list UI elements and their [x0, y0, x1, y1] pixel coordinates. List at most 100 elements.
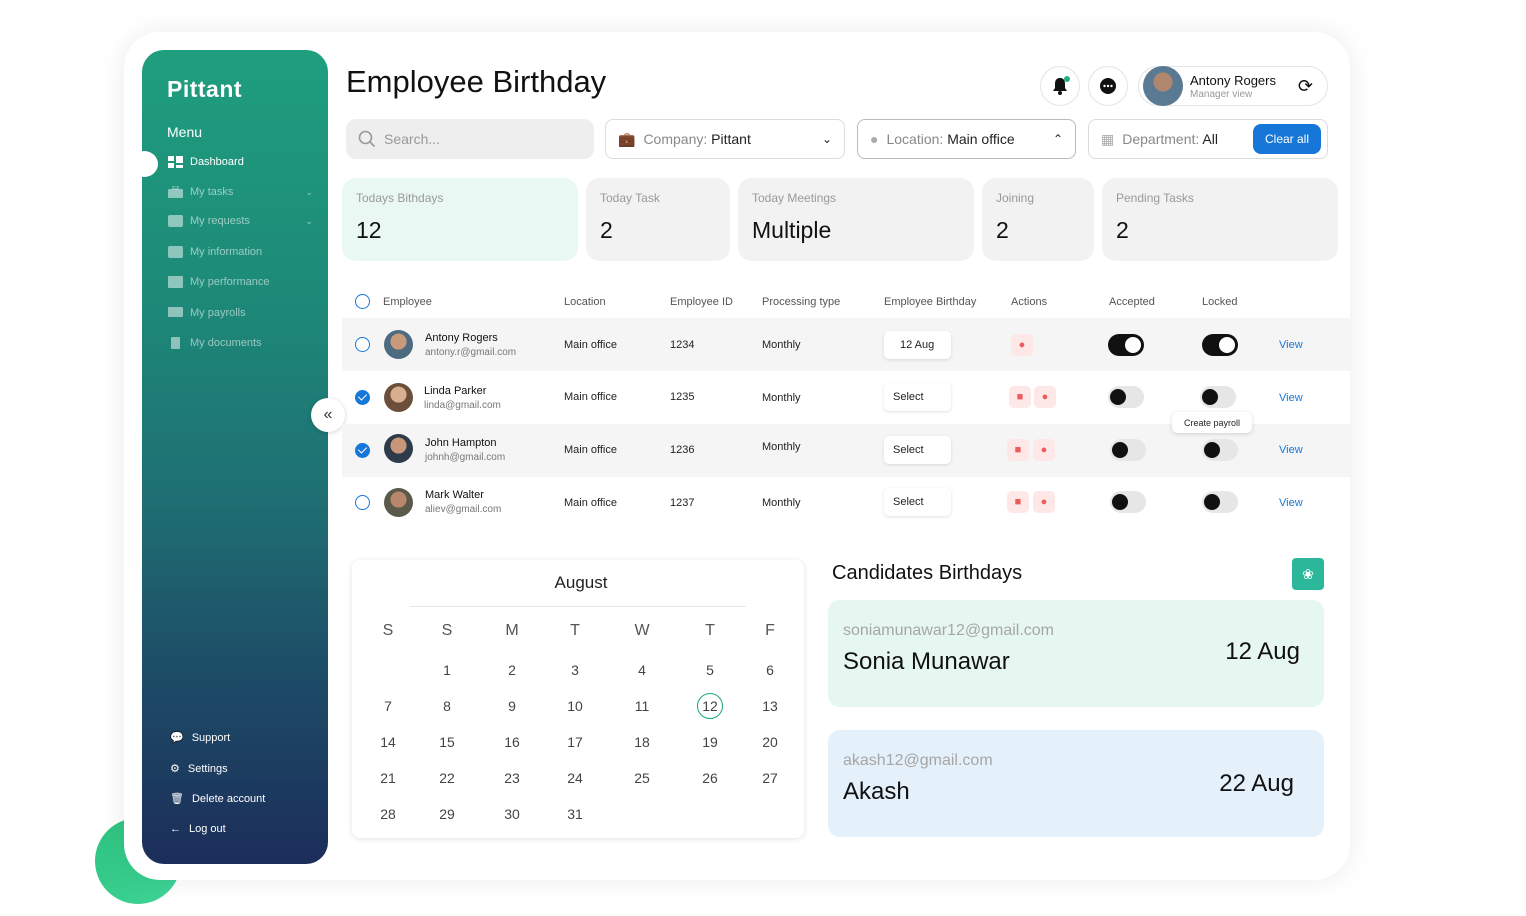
user-icon[interactable]: ● — [1033, 491, 1055, 513]
calendar-day[interactable]: 26 — [690, 770, 730, 786]
calendar-day[interactable]: 3 — [555, 662, 595, 678]
sidebar-item-my-performance[interactable]: My performance — [168, 276, 313, 288]
clear-all-button[interactable]: Clear all — [1252, 124, 1321, 154]
calendar-day[interactable]: 28 — [368, 806, 408, 822]
candidate-card[interactable]: akash12@gmail.com Akash 22 Aug — [828, 730, 1324, 837]
calendar-day[interactable]: 30 — [492, 806, 532, 822]
calendar-day[interactable]: 19 — [690, 734, 730, 750]
user-icon[interactable]: ● — [1033, 439, 1055, 461]
refresh-icon[interactable]: ⟳ — [1298, 76, 1313, 97]
company-filter-value: Pittant — [711, 131, 751, 147]
collapse-sidebar-button[interactable]: « — [311, 398, 345, 432]
sidebar-item-my-tasks[interactable]: My tasks ⌄ — [168, 186, 313, 198]
calendar-day[interactable]: 10 — [555, 698, 595, 714]
calendar-day[interactable]: 21 — [368, 770, 408, 786]
row-checkbox[interactable] — [355, 337, 370, 352]
sidebar-item-logout[interactable]: ← Log out — [170, 823, 226, 835]
view-link[interactable]: View — [1279, 392, 1303, 404]
candidate-card[interactable]: soniamunawar12@gmail.com Sonia Munawar 1… — [828, 600, 1324, 707]
calendar-day[interactable]: 16 — [492, 734, 532, 750]
calendar-day[interactable]: 31 — [555, 806, 595, 822]
view-link[interactable]: View — [1279, 444, 1303, 456]
sidebar-item-my-payrolls[interactable]: My payrolls — [168, 307, 313, 319]
calendar-day[interactable]: 18 — [622, 734, 662, 750]
calendar-day[interactable]: 14 — [368, 734, 408, 750]
row-checkbox[interactable] — [355, 443, 370, 458]
company-filter[interactable]: 💼 Company: Pittant ⌄ — [605, 119, 845, 159]
select-all-checkbox[interactable] — [355, 294, 370, 309]
double-chevron-left-icon: « — [323, 406, 333, 423]
calendar-day[interactable]: 25 — [622, 770, 662, 786]
calendar-day[interactable]: 5 — [690, 662, 730, 678]
accepted-toggle[interactable] — [1108, 386, 1144, 408]
user-icon[interactable]: ● — [1034, 386, 1056, 408]
notification-dot — [1064, 76, 1070, 82]
calendar-day[interactable]: 4 — [622, 662, 662, 678]
birthday-select[interactable]: 12 Aug — [884, 331, 951, 359]
document-icon — [171, 337, 180, 349]
calendar-day[interactable]: 12 — [690, 698, 730, 714]
sidebar-item-my-information[interactable]: My information — [168, 246, 313, 258]
birthday-select[interactable]: Select — [884, 436, 951, 464]
stat-label: Pending Tasks — [1116, 191, 1194, 205]
accepted-toggle[interactable] — [1108, 334, 1144, 356]
calendar-day[interactable]: 29 — [427, 806, 467, 822]
calendar-day[interactable]: 23 — [492, 770, 532, 786]
view-link[interactable]: View — [1279, 497, 1303, 509]
search-icon — [358, 130, 376, 148]
calendar-day[interactable]: 27 — [750, 770, 790, 786]
calendar-day[interactable]: 7 — [368, 698, 408, 714]
accepted-toggle[interactable] — [1110, 491, 1146, 513]
locked-toggle[interactable] — [1202, 491, 1238, 513]
sidebar-item-dashboard[interactable]: Dashboard — [168, 156, 313, 168]
messages-button[interactable] — [1088, 66, 1128, 106]
column-header: Locked — [1202, 296, 1238, 308]
trash-icon[interactable]: ■ — [1009, 386, 1031, 408]
calendar-day[interactable]: 2 — [492, 662, 532, 678]
calendar-day[interactable]: 1 — [427, 662, 467, 678]
sidebar-item-my-documents[interactable]: My documents — [168, 337, 313, 349]
table-row[interactable] — [342, 318, 1350, 371]
calendar-day[interactable]: 15 — [427, 734, 467, 750]
calendar-day[interactable]: 8 — [427, 698, 467, 714]
trash-icon[interactable]: ■ — [1007, 439, 1029, 461]
calendar-day[interactable]: 17 — [555, 734, 595, 750]
locked-toggle[interactable] — [1202, 439, 1238, 461]
locked-toggle[interactable] — [1202, 334, 1238, 356]
column-header: Employee ID — [670, 296, 733, 308]
sidebar-item-my-requests[interactable]: My requests ⌄ — [168, 215, 313, 227]
view-link[interactable]: View — [1279, 339, 1303, 351]
row-checkbox[interactable] — [355, 495, 370, 510]
birthday-select[interactable]: Select — [884, 488, 951, 516]
calendar-day[interactable]: 11 — [622, 698, 662, 714]
sidebar-item-settings[interactable]: ⚙ Settings — [170, 762, 228, 776]
gear-icon: ⚙ — [170, 763, 180, 775]
calendar-day[interactable]: 13 — [750, 698, 790, 714]
notifications-button[interactable] — [1040, 66, 1080, 106]
calendar-day[interactable]: 6 — [750, 662, 790, 678]
logout-icon: ← — [170, 823, 181, 835]
birthday-select[interactable]: Select — [884, 383, 951, 411]
user-menu[interactable]: Antony Rogers Manager view ⟳ — [1138, 66, 1328, 106]
calendar-day[interactable]: 22 — [427, 770, 467, 786]
employee-email: antony.r@gmail.com — [425, 347, 517, 358]
location-filter[interactable]: ● Location: Main office ⌃ — [857, 119, 1076, 159]
calendar-weekday: W — [634, 622, 650, 639]
locked-toggle[interactable] — [1200, 386, 1236, 408]
trash-icon[interactable]: ■ — [1007, 491, 1029, 513]
user-icon[interactable]: ● — [1011, 334, 1033, 356]
calendar-day[interactable]: 24 — [555, 770, 595, 786]
accepted-toggle[interactable] — [1110, 439, 1146, 461]
search-input[interactable]: Search... — [346, 119, 594, 159]
department-filter[interactable]: ▦ Department: All Clear all — [1088, 119, 1328, 159]
stat-pending-tasks: Pending Tasks 2 — [1102, 178, 1338, 261]
calendar-day[interactable]: 20 — [750, 734, 790, 750]
sidebar-item-support[interactable]: 💬 Support — [170, 731, 230, 745]
sidebar-item-delete-account[interactable]: 🗑 Delete account — [170, 792, 265, 806]
calendar-day[interactable]: 9 — [492, 698, 532, 714]
location-filter-label: Location: — [886, 131, 944, 147]
employee-email: johnh@gmail.com — [425, 452, 506, 463]
candidate-date: 22 Aug — [1219, 770, 1294, 797]
row-checkbox[interactable] — [355, 390, 370, 405]
app-logo: Pittant — [167, 76, 243, 102]
